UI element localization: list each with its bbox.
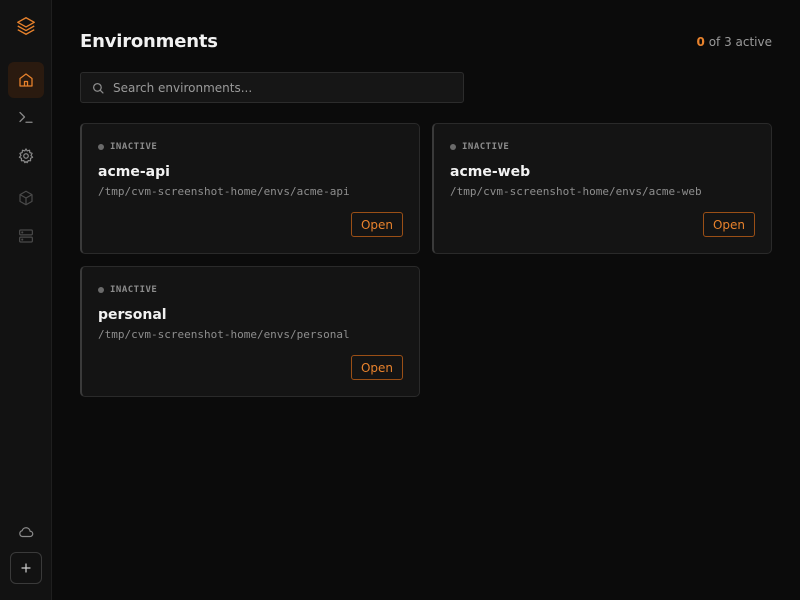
status-label: INACTIVE: [462, 142, 510, 152]
active-count: 0 of 3 active: [697, 35, 773, 49]
status-badge: INACTIVE: [98, 285, 157, 295]
environment-card-acme-web: INACTIVE acme-web /tmp/cvm-screenshot-ho…: [432, 123, 772, 254]
status-dot-icon: [450, 144, 456, 150]
environment-path: /tmp/cvm-screenshot-home/envs/acme-web: [450, 185, 702, 198]
open-button[interactable]: Open: [350, 212, 403, 237]
sidebar-item-cloud[interactable]: [8, 514, 44, 550]
add-environment-button[interactable]: [10, 552, 42, 584]
environment-path: /tmp/cvm-screenshot-home/envs/acme-api: [98, 185, 350, 198]
active-count-suffix: of 3 active: [708, 35, 772, 49]
sidebar-item-servers[interactable]: [8, 218, 44, 254]
sidebar-item-settings[interactable]: [8, 138, 44, 174]
server-icon: [19, 229, 33, 243]
status-dot-icon: [98, 287, 104, 293]
gear-icon: [18, 148, 34, 164]
status-label: INACTIVE: [110, 142, 158, 152]
home-icon: [19, 73, 33, 87]
page-title: Environments: [80, 31, 218, 52]
terminal-icon: [19, 111, 33, 123]
cube-icon: [19, 190, 33, 206]
sidebar: [0, 0, 52, 600]
environment-card-personal: INACTIVE personal /tmp/cvm-screenshot-ho…: [80, 266, 420, 397]
environment-name: personal: [98, 307, 167, 323]
environment-name: acme-web: [450, 164, 531, 180]
sidebar-item-terminal[interactable]: [8, 99, 44, 135]
search-icon: [92, 82, 104, 94]
cloud-icon: [19, 527, 34, 538]
main-content: Environments 0 of 3 active INACTIVE acme…: [52, 0, 800, 600]
search-input[interactable]: [105, 73, 463, 102]
environment-card-acme-api: INACTIVE acme-api /tmp/cvm-screenshot-ho…: [80, 123, 420, 254]
open-button[interactable]: Open: [350, 355, 403, 380]
active-count-number: 0: [696, 35, 705, 49]
sidebar-item-home[interactable]: [8, 62, 44, 98]
open-button[interactable]: Open: [702, 212, 755, 237]
layers-logo-icon: [14, 14, 38, 38]
status-badge: INACTIVE: [98, 142, 157, 152]
environment-path: /tmp/cvm-screenshot-home/envs/personal: [98, 328, 350, 341]
environment-name: acme-api: [98, 164, 170, 180]
status-dot-icon: [98, 144, 104, 150]
search-box[interactable]: [80, 72, 464, 103]
status-label: INACTIVE: [110, 285, 158, 295]
status-badge: INACTIVE: [450, 142, 509, 152]
sidebar-item-packages[interactable]: [8, 180, 44, 216]
plus-icon: [21, 563, 31, 573]
